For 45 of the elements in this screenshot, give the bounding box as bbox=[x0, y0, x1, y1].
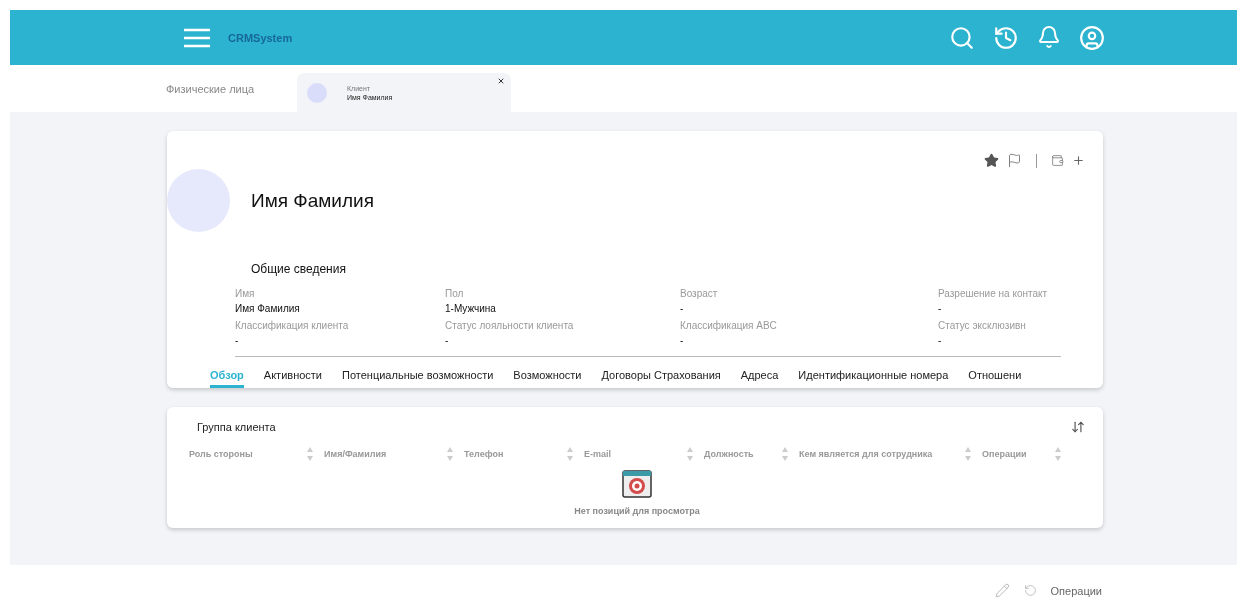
field-value: - bbox=[445, 335, 450, 346]
star-icon[interactable] bbox=[984, 153, 999, 168]
search-icon[interactable] bbox=[949, 24, 975, 51]
pencil-icon[interactable] bbox=[994, 583, 1010, 598]
section-title: Общие сведения bbox=[251, 262, 347, 276]
field-value: - bbox=[680, 303, 685, 314]
calendar-target-icon bbox=[621, 468, 653, 498]
undo-icon[interactable] bbox=[1023, 584, 1037, 597]
group-title: Группа клиента bbox=[197, 421, 276, 433]
sort-icon[interactable] bbox=[1071, 420, 1085, 434]
field-label: Разрешение на контакт bbox=[938, 288, 1049, 299]
section-tab[interactable]: Договоры Страхования bbox=[601, 369, 721, 388]
close-icon[interactable] bbox=[497, 77, 505, 85]
field-value: - bbox=[938, 335, 943, 346]
field-label: Статус лояльности клиента bbox=[445, 320, 575, 331]
breadcrumb-link[interactable]: Физические лица bbox=[166, 82, 297, 95]
field-value: Имя Фамилия bbox=[235, 303, 301, 314]
history-icon[interactable] bbox=[993, 24, 1019, 51]
bell-icon[interactable] bbox=[1037, 24, 1061, 51]
brand-name: CRMSystem bbox=[228, 31, 293, 44]
section-tab[interactable]: Активности bbox=[263, 369, 323, 388]
section-tab[interactable]: Идентификационные номера bbox=[798, 369, 949, 388]
plus-icon[interactable] bbox=[1072, 154, 1085, 167]
section-tab[interactable]: Отношени bbox=[968, 369, 1022, 388]
flag-icon[interactable] bbox=[1007, 153, 1022, 168]
field-label: Пол bbox=[445, 288, 465, 299]
field-label: Статус эксклюзивн bbox=[938, 320, 1027, 331]
field-label: Классификация клиента bbox=[235, 320, 350, 331]
field-label: Имя bbox=[235, 288, 256, 299]
field-value: - bbox=[938, 303, 943, 314]
client-name: Имя Фамилия bbox=[251, 189, 374, 212]
user-icon[interactable] bbox=[1079, 24, 1105, 51]
field-value: - bbox=[235, 335, 240, 346]
section-tab[interactable]: Возможности bbox=[513, 369, 582, 388]
section-tab[interactable]: Потенциальные возможности bbox=[342, 369, 494, 388]
field-value: 1-Мужчина bbox=[445, 303, 497, 314]
menu-icon[interactable] bbox=[182, 26, 212, 49]
wallet-icon[interactable] bbox=[1051, 154, 1064, 167]
empty-message: Нет позиций для просмотра bbox=[574, 506, 700, 516]
section-tab[interactable]: Адреса bbox=[740, 369, 779, 388]
operations-label[interactable]: Операции bbox=[1050, 584, 1102, 597]
field-label: Возраст bbox=[680, 288, 719, 299]
field-label: Классификация ABC bbox=[680, 320, 778, 331]
avatar-circle bbox=[307, 82, 327, 103]
field-value: - bbox=[680, 335, 685, 346]
